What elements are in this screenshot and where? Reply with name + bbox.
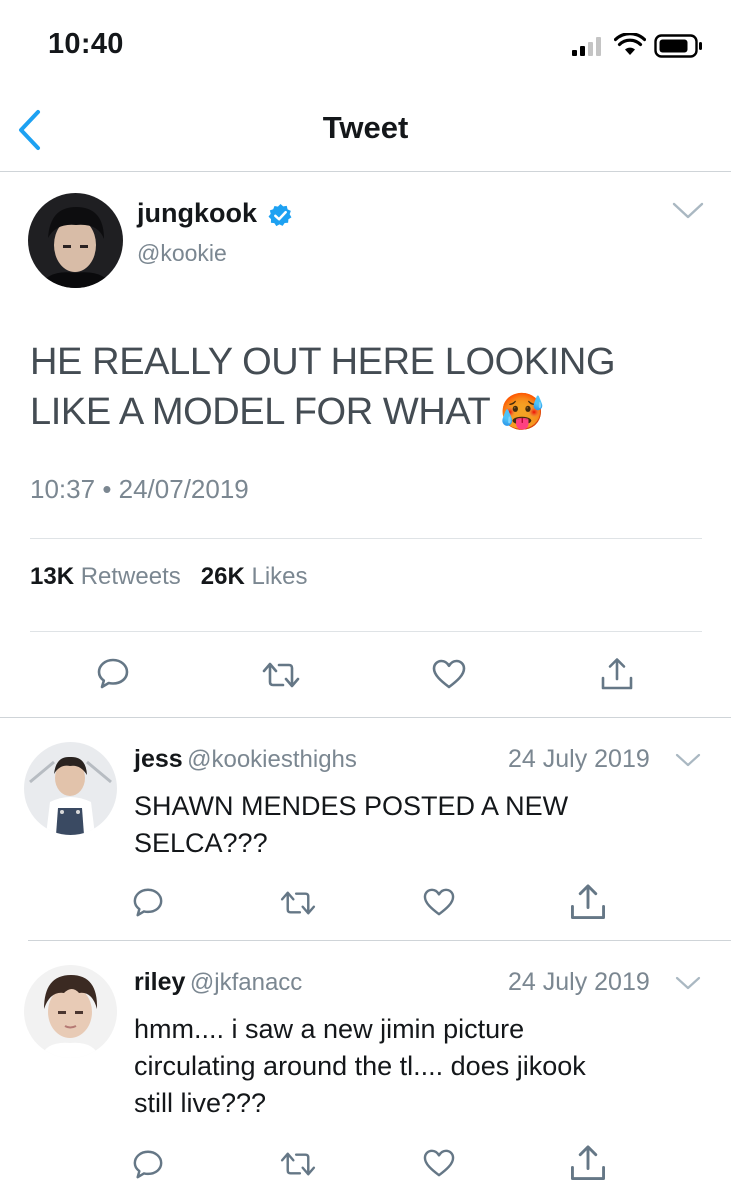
share-icon xyxy=(571,1145,605,1180)
like-button[interactable] xyxy=(422,887,456,917)
status-time: 10:40 xyxy=(48,28,124,60)
divider xyxy=(28,940,731,941)
tweet-timestamp: 10:37 • 24/07/2019 xyxy=(30,474,249,505)
meta-dot: • xyxy=(102,474,119,504)
reply-line: still live??? xyxy=(134,1088,267,1118)
reply-avatar[interactable] xyxy=(24,742,117,835)
reply-display-name[interactable]: jess xyxy=(134,745,183,773)
divider xyxy=(30,538,702,539)
reply-icon xyxy=(133,1150,163,1179)
reply-text: hmm.... i saw a new jimin picture circul… xyxy=(134,1011,694,1122)
heart-icon xyxy=(432,659,466,689)
reply-line: circulating around the tl.... does jikoo… xyxy=(134,1051,586,1081)
reply-button[interactable] xyxy=(132,886,164,918)
reply-options-button[interactable] xyxy=(675,752,701,768)
like-button[interactable] xyxy=(422,1148,456,1178)
divider xyxy=(0,171,731,172)
chevron-down-icon xyxy=(675,753,701,767)
reply-line: hmm.... i saw a new jimin picture xyxy=(134,1014,525,1044)
signal-icon xyxy=(572,36,606,56)
battery-icon xyxy=(654,34,704,58)
share-button[interactable] xyxy=(568,882,608,922)
tweet-stats: 13K Retweets 26K Likes xyxy=(30,563,308,591)
like-button[interactable] xyxy=(431,658,467,690)
retweet-button[interactable] xyxy=(279,889,317,917)
retweet-icon xyxy=(280,1152,316,1176)
reply-button[interactable] xyxy=(132,1148,164,1180)
reply-date: 24 July 2019 xyxy=(508,968,650,996)
hot-face-emoji: 🥵 xyxy=(499,391,545,432)
retweet-stat[interactable]: 13K Retweets xyxy=(30,563,181,590)
share-button[interactable] xyxy=(599,656,635,692)
page-title: Tweet xyxy=(322,110,409,145)
reply-header: riley @jkfanacc xyxy=(134,968,302,997)
tweet-date: 24/07/2019 xyxy=(118,474,249,504)
reply-date: 24 July 2019 xyxy=(508,745,650,773)
divider xyxy=(0,717,731,718)
retweet-icon xyxy=(280,891,316,915)
heart-icon xyxy=(423,888,455,916)
retweet-button[interactable] xyxy=(261,660,301,690)
avatar[interactable] xyxy=(28,193,123,288)
tweet-text: HE REALLY OUT HERE LOOKING LIKE A MODEL … xyxy=(30,337,700,437)
likes-label: Likes xyxy=(251,563,308,590)
reply-line: SELCA??? xyxy=(134,828,268,858)
reply-line: SHAWN MENDES POSTED A NEW xyxy=(134,791,569,821)
retweet-icon xyxy=(262,662,300,688)
share-button[interactable] xyxy=(568,1143,608,1183)
share-icon xyxy=(601,658,633,690)
verified-badge-icon xyxy=(268,203,293,228)
likes-stat[interactable]: 26K Likes xyxy=(201,563,308,590)
reply-options-button[interactable] xyxy=(675,975,701,991)
display-name[interactable]: jungkook xyxy=(137,198,257,229)
chevron-down-icon xyxy=(672,202,704,219)
reply-display-name[interactable]: riley xyxy=(134,968,185,996)
reply-header: jess @kookiesthighs xyxy=(134,745,357,774)
likes-count: 26K xyxy=(200,563,245,590)
reply-username-handle[interactable]: @kookiesthighs xyxy=(187,746,357,773)
wifi-icon xyxy=(614,33,646,57)
reply-text: SHAWN MENDES POSTED A NEW SELCA??? xyxy=(134,788,694,862)
username-handle[interactable]: @kookie xyxy=(137,240,227,267)
retweet-button[interactable] xyxy=(279,1150,317,1178)
reply-avatar[interactable] xyxy=(24,965,117,1058)
heart-icon xyxy=(423,1149,455,1177)
tweet-time: 10:37 xyxy=(30,474,96,504)
reply-icon xyxy=(97,658,129,689)
reply-button[interactable] xyxy=(96,656,130,690)
retweets-label: Retweets xyxy=(80,563,181,590)
retweets-count: 13K xyxy=(30,563,75,590)
tweet-options-button[interactable] xyxy=(671,200,705,222)
reply-icon xyxy=(133,888,163,917)
divider xyxy=(30,631,702,632)
chevron-down-icon xyxy=(675,976,701,990)
reply-username-handle[interactable]: @jkfanacc xyxy=(190,969,302,996)
share-icon xyxy=(571,884,605,919)
